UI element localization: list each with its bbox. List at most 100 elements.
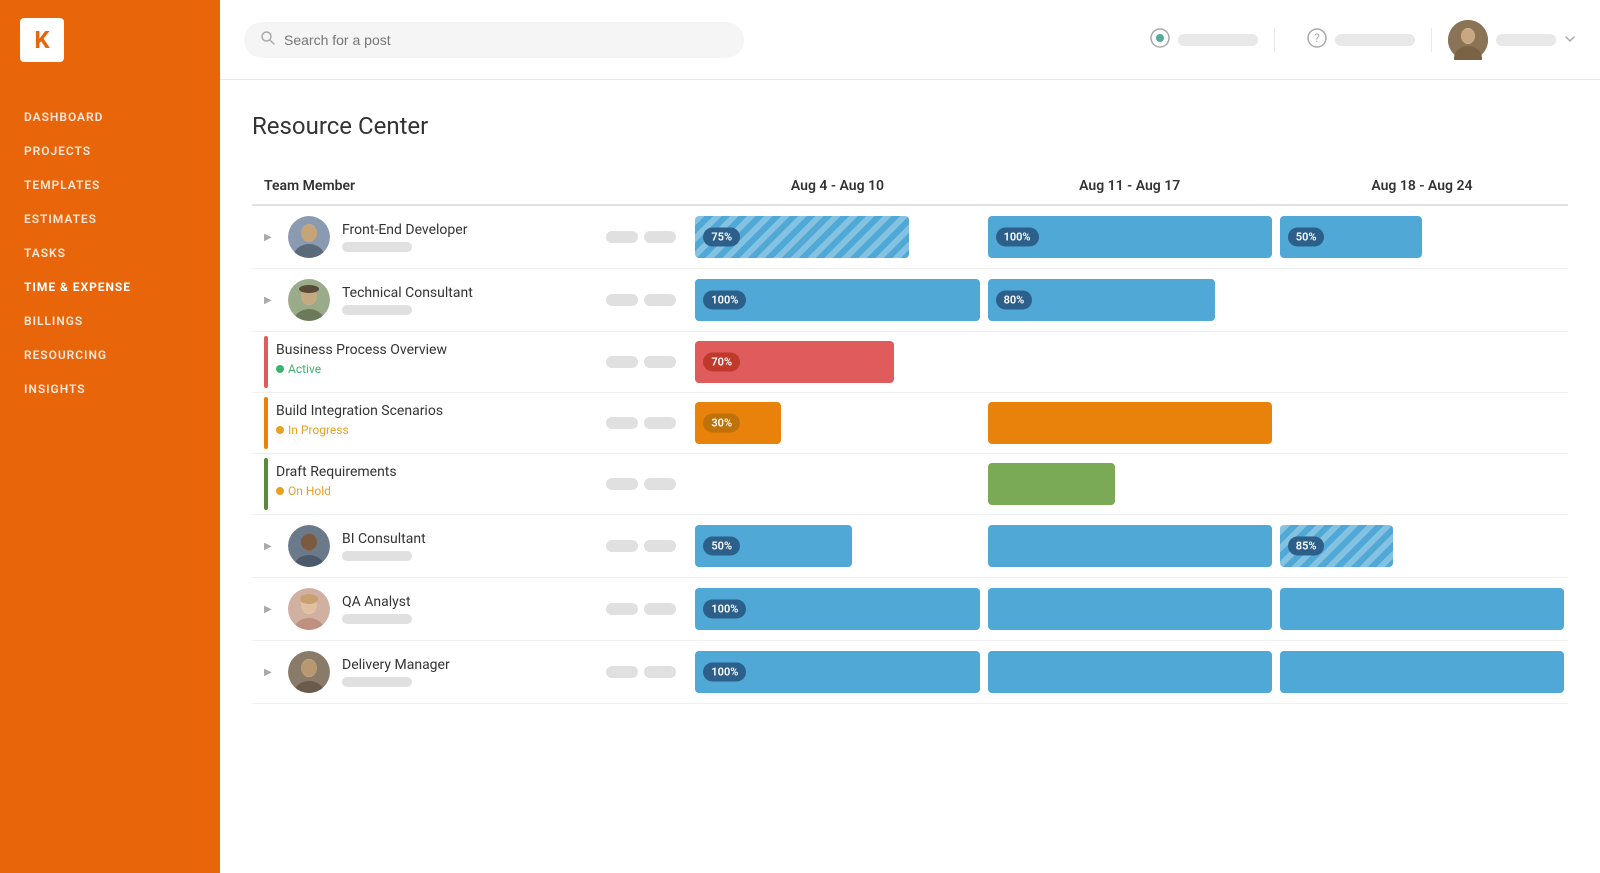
member-info: Front-End Developer bbox=[342, 222, 467, 252]
user-profile[interactable] bbox=[1448, 20, 1576, 60]
notification-group bbox=[1134, 28, 1275, 52]
action-cell bbox=[598, 515, 691, 578]
bar-label: 100% bbox=[703, 663, 746, 682]
status-text: On Hold bbox=[288, 484, 331, 498]
bar-cell-1 bbox=[984, 393, 1276, 454]
action-tag bbox=[606, 356, 638, 368]
bar-cell-0: 70% bbox=[691, 332, 983, 393]
member-cell: ▶ Technical Consultant bbox=[252, 269, 598, 332]
bar-fill: 100% bbox=[695, 279, 979, 321]
bar-fill: 100% bbox=[695, 588, 979, 630]
member-info: BI Consultant bbox=[342, 531, 426, 561]
bar-cell-1 bbox=[984, 578, 1276, 641]
sidebar-item-insights[interactable]: INSIGHTS bbox=[0, 372, 220, 406]
member-tag bbox=[342, 551, 412, 561]
svg-text:?: ? bbox=[1314, 31, 1320, 45]
avatar bbox=[288, 525, 330, 567]
expand-icon[interactable]: ▶ bbox=[264, 541, 276, 552]
bar-label: 50% bbox=[703, 537, 740, 556]
bar-fill bbox=[988, 402, 1272, 444]
action-tag bbox=[606, 666, 638, 678]
project-name: Build Integration Scenarios bbox=[276, 403, 590, 419]
bar-fill: 85% bbox=[1280, 525, 1394, 567]
sidebar-item-time-expense[interactable]: TIME & EXPENSE bbox=[0, 270, 220, 304]
expand-icon[interactable]: ▶ bbox=[264, 604, 276, 615]
bar-fill: 100% bbox=[988, 216, 1272, 258]
topbar: ? bbox=[220, 0, 1600, 80]
bar-cell-1 bbox=[984, 454, 1276, 515]
bar-fill bbox=[988, 588, 1272, 630]
logo-icon: K bbox=[20, 18, 64, 62]
status-dot bbox=[276, 426, 284, 434]
action-tag bbox=[606, 603, 638, 615]
action-cell bbox=[598, 578, 691, 641]
member-cell: ▶ Delivery Manager bbox=[252, 641, 598, 704]
project-cell: Draft Requirements On Hold bbox=[252, 454, 598, 515]
bell-icon[interactable] bbox=[1150, 28, 1170, 52]
table-row: Build Integration Scenarios In Progress bbox=[252, 393, 1568, 454]
member-tag bbox=[342, 677, 412, 687]
help-icon[interactable]: ? bbox=[1307, 28, 1327, 52]
expand-icon[interactable]: ▶ bbox=[264, 232, 276, 243]
action-cell bbox=[598, 454, 691, 515]
bar-cell-2: 85% bbox=[1276, 515, 1568, 578]
action-cell bbox=[598, 205, 691, 269]
bar-cell-0: 75% bbox=[691, 205, 983, 269]
action-tag bbox=[644, 478, 676, 490]
table-row: ▶ BI Consultant bbox=[252, 515, 1568, 578]
resource-table: Team Member Aug 4 - Aug 10 Aug 11 - Aug … bbox=[252, 168, 1568, 704]
page-content: Resource Center Team Member Aug 4 - Aug … bbox=[220, 80, 1600, 873]
notification-label bbox=[1178, 34, 1258, 46]
help-label bbox=[1335, 34, 1415, 46]
member-name: Delivery Manager bbox=[342, 657, 450, 673]
bar-cell-2 bbox=[1276, 641, 1568, 704]
bar-label: 100% bbox=[996, 228, 1039, 247]
project-name: Business Process Overview bbox=[276, 342, 590, 358]
sidebar-item-templates[interactable]: TEMPLATES bbox=[0, 168, 220, 202]
avatar bbox=[1448, 20, 1488, 60]
member-info: QA Analyst bbox=[342, 594, 412, 624]
bar-label: 80% bbox=[996, 291, 1033, 310]
action-cell bbox=[598, 641, 691, 704]
bar-cell-0: 100% bbox=[691, 578, 983, 641]
project-status: Active bbox=[276, 362, 590, 376]
search-box[interactable] bbox=[244, 22, 744, 58]
sidebar: K DASHBOARD PROJECTS TEMPLATES ESTIMATES… bbox=[0, 0, 220, 873]
action-tag bbox=[644, 603, 676, 615]
action-tag bbox=[606, 417, 638, 429]
search-input[interactable] bbox=[284, 32, 728, 48]
sidebar-item-projects[interactable]: PROJECTS bbox=[0, 134, 220, 168]
page-title: Resource Center bbox=[252, 112, 1568, 140]
bar-fill bbox=[988, 651, 1272, 693]
project-info: Build Integration Scenarios In Progress bbox=[268, 393, 598, 453]
status-text: In Progress bbox=[288, 423, 349, 437]
bar-label: 85% bbox=[1288, 537, 1325, 556]
action-tag bbox=[644, 666, 676, 678]
bar-fill: 100% bbox=[695, 651, 979, 693]
member-name: QA Analyst bbox=[342, 594, 412, 610]
topbar-right: ? bbox=[1134, 20, 1576, 60]
bar-fill bbox=[988, 463, 1116, 505]
col-header-aug11: Aug 11 - Aug 17 bbox=[984, 168, 1276, 205]
member-cell: ▶ Front-End Developer bbox=[252, 205, 598, 269]
user-name-label bbox=[1496, 34, 1556, 46]
table-row: ▶ Delivery Manager bbox=[252, 641, 1568, 704]
sidebar-item-tasks[interactable]: TASKS bbox=[0, 236, 220, 270]
action-tag bbox=[606, 478, 638, 490]
sidebar-item-resourcing[interactable]: RESOURCING bbox=[0, 338, 220, 372]
member-name: Technical Consultant bbox=[342, 285, 473, 301]
status-text: Active bbox=[288, 362, 321, 376]
expand-icon[interactable]: ▶ bbox=[264, 667, 276, 678]
help-group: ? bbox=[1291, 28, 1432, 52]
sidebar-nav: DASHBOARD PROJECTS TEMPLATES ESTIMATES T… bbox=[0, 100, 220, 406]
sidebar-item-dashboard[interactable]: DASHBOARD bbox=[0, 100, 220, 134]
project-status: In Progress bbox=[276, 423, 590, 437]
sidebar-item-billings[interactable]: BILLINGS bbox=[0, 304, 220, 338]
member-name: Front-End Developer bbox=[342, 222, 467, 238]
expand-icon[interactable]: ▶ bbox=[264, 295, 276, 306]
action-cell bbox=[598, 269, 691, 332]
member-tag bbox=[342, 242, 412, 252]
avatar bbox=[288, 279, 330, 321]
sidebar-item-estimates[interactable]: ESTIMATES bbox=[0, 202, 220, 236]
action-cell bbox=[598, 393, 691, 454]
